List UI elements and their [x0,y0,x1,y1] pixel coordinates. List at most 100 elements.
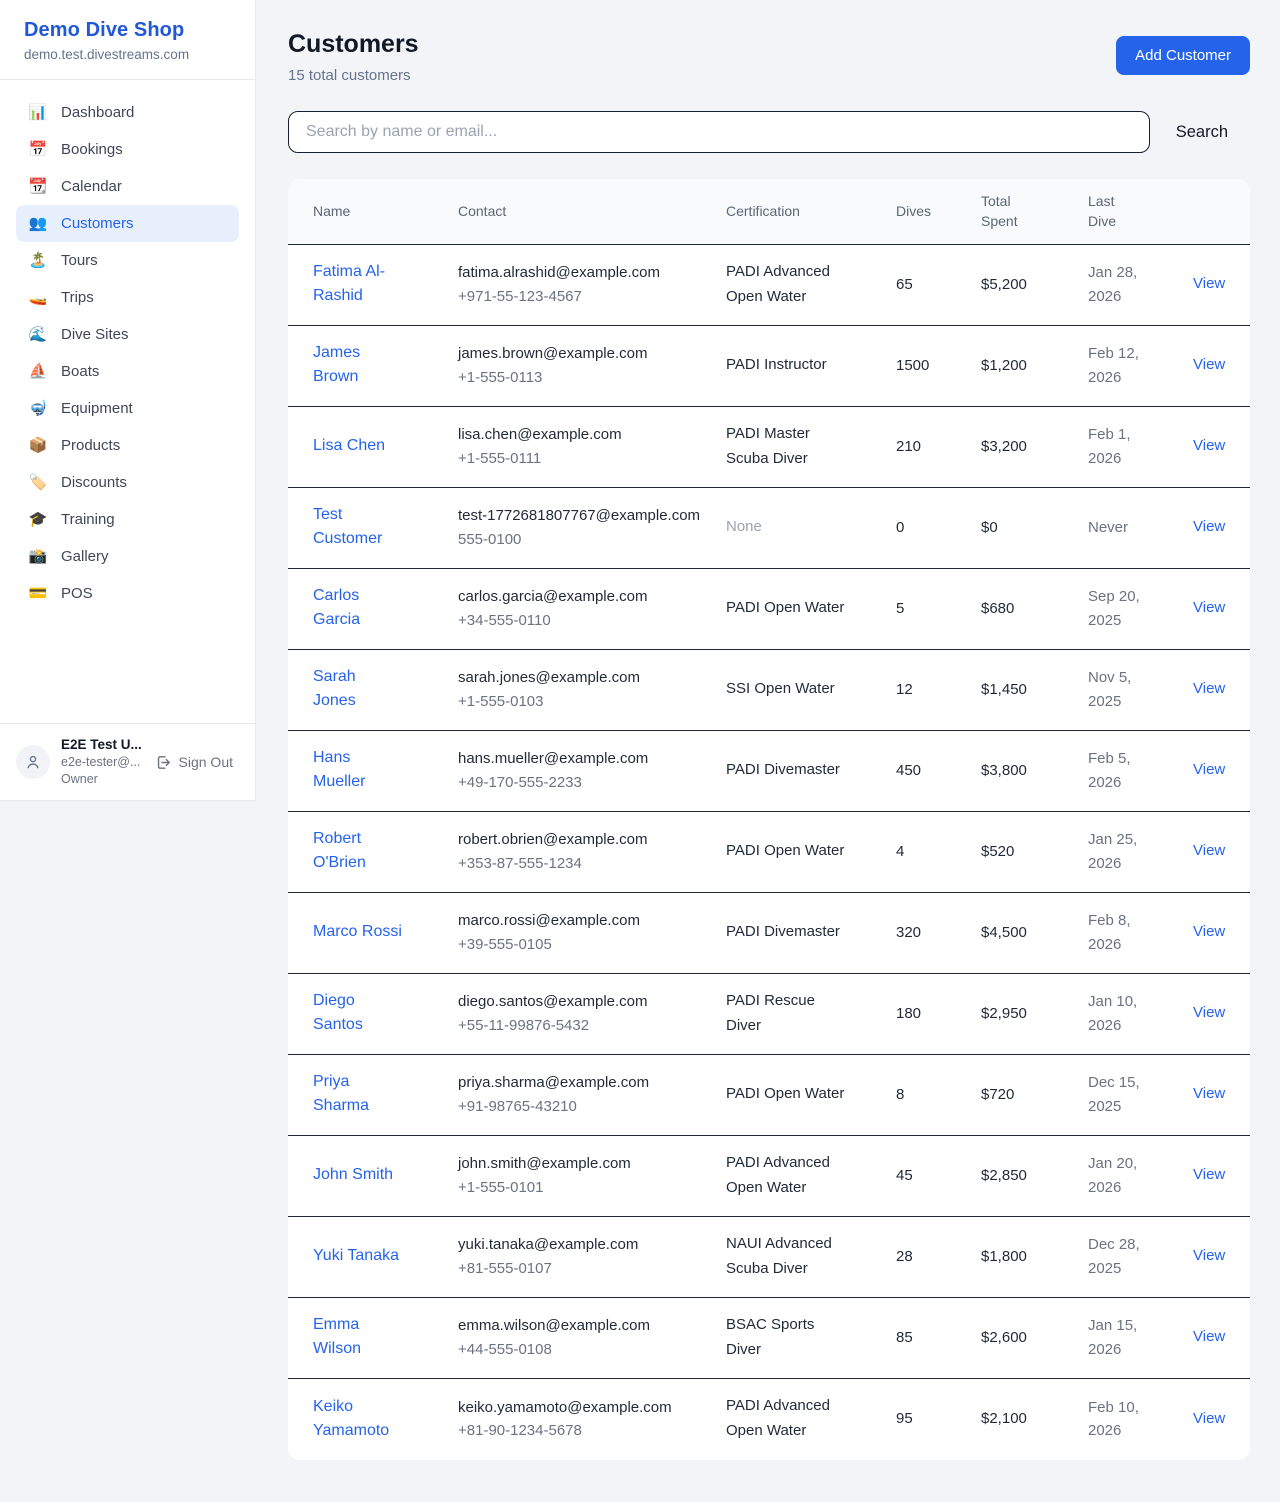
customer-certification-cell: PADI Open Water [726,1067,896,1122]
customer-email: hans.mueller@example.com [458,747,714,770]
view-link[interactable]: View [1193,599,1225,616]
sidebar-item-products[interactable]: 📦 Products [16,427,239,464]
customer-name-link[interactable]: Diego Santos [313,989,402,1037]
sidebar-item-pos[interactable]: 💳 POS [16,575,239,612]
sidebar-item-trips[interactable]: 🚤 Trips [16,279,239,316]
search-input[interactable] [288,111,1150,153]
customer-name-link[interactable]: Keiko Yamamoto [313,1395,402,1443]
customer-name-link[interactable]: Emma Wilson [313,1313,402,1361]
customer-certification: PADI Rescue Diver [726,992,815,1034]
customer-name-cell: Emma Wilson [288,1298,458,1377]
products-icon: 📦 [28,438,48,453]
customer-name-link[interactable]: Robert O'Brien [313,827,402,875]
customer-name-link[interactable]: Sarah Jones [313,665,402,713]
col-header-contact: Contact [458,189,726,233]
customer-certification: None [726,518,762,535]
customer-actions-cell: View [1193,500,1250,555]
dive-sites-icon: 🌊 [28,327,48,342]
col-header-name: Name [288,189,458,233]
customer-actions-cell: View [1193,662,1250,717]
customer-name-link[interactable]: Marco Rossi [313,920,402,944]
table-row: Keiko Yamamoto keiko.yamamoto@example.co… [288,1379,1250,1460]
view-link[interactable]: View [1193,1247,1225,1264]
view-link[interactable]: View [1193,1166,1225,1183]
customer-actions-cell: View [1193,743,1250,798]
customer-contact-cell: priya.sharma@example.com +91-98765-43210 [458,1056,726,1133]
sidebar-item-boats[interactable]: ⛵ Boats [16,353,239,390]
person-icon [24,753,42,771]
sidebar-item-dashboard[interactable]: 📊 Dashboard [16,94,239,131]
view-link[interactable]: View [1193,1085,1225,1102]
customer-contact-cell: marco.rossi@example.com +39-555-0105 [458,894,726,971]
sidebar-item-gallery[interactable]: 📸 Gallery [16,538,239,575]
customer-total-spent: $2,850 [981,1149,1088,1202]
view-link[interactable]: View [1193,923,1225,940]
sidebar-item-label: Dive Sites [61,326,129,343]
sidebar-item-equipment[interactable]: 🤿 Equipment [16,390,239,427]
sidebar-item-calendar[interactable]: 📆 Calendar [16,168,239,205]
customer-dives: 210 [896,420,981,473]
table-row: Sarah Jones sarah.jones@example.com +1-5… [288,650,1250,731]
customer-name-link[interactable]: Yuki Tanaka [313,1244,399,1268]
view-link[interactable]: View [1193,1004,1225,1021]
customer-dives: 12 [896,663,981,716]
search-button[interactable]: Search [1154,115,1250,150]
training-icon: 🎓 [28,512,48,527]
customer-name-link[interactable]: Hans Mueller [313,746,402,794]
view-link[interactable]: View [1193,275,1225,292]
customer-name-link[interactable]: John Smith [313,1163,393,1187]
sidebar-item-label: Tours [61,252,98,269]
customer-last-dive: Jan 25, 2026 [1088,813,1193,890]
customer-name-cell: Diego Santos [288,974,458,1053]
view-link[interactable]: View [1193,356,1225,373]
customer-certification: SSI Open Water [726,680,835,697]
customer-email: test-1772681807767@example.com [458,504,714,527]
customer-dives: 320 [896,906,981,959]
user-role: Owner [61,771,144,788]
customer-phone: +39-555-0105 [458,933,714,956]
table-row: Marco Rossi marco.rossi@example.com +39-… [288,893,1250,974]
customer-contact-cell: james.brown@example.com +1-555-0113 [458,327,726,404]
sidebar-item-bookings[interactable]: 📅 Bookings [16,131,239,168]
customer-name-link[interactable]: James Brown [313,341,402,389]
customer-last-dive: Nov 5, 2025 [1088,651,1193,728]
sidebar-item-label: Gallery [61,548,109,565]
customer-dives: 4 [896,825,981,878]
customer-last-dive: Dec 28, 2025 [1088,1218,1193,1295]
col-header-certification: Certification [726,189,896,233]
customer-dives: 95 [896,1392,981,1445]
sidebar-item-label: Customers [61,215,134,232]
customer-certification-cell: PADI Advanced Open Water [726,245,896,325]
view-link[interactable]: View [1193,842,1225,859]
view-link[interactable]: View [1193,1328,1225,1345]
sidebar-item-training[interactable]: 🎓 Training [16,501,239,538]
customer-total-spent: $1,200 [981,339,1088,392]
customer-actions-cell: View [1193,1148,1250,1203]
sidebar-item-dive-sites[interactable]: 🌊 Dive Sites [16,316,239,353]
customer-name-link[interactable]: Carlos Garcia [313,584,402,632]
sidebar-item-tours[interactable]: 🏝️ Tours [16,242,239,279]
add-customer-button[interactable]: Add Customer [1116,36,1250,75]
view-link[interactable]: View [1193,1410,1225,1427]
customer-total-spent: $4,500 [981,906,1088,959]
view-link[interactable]: View [1193,761,1225,778]
table-row: Priya Sharma priya.sharma@example.com +9… [288,1055,1250,1136]
sign-out-button[interactable]: Sign Out [155,754,233,771]
sidebar-item-discounts[interactable]: 🏷️ Discounts [16,464,239,501]
view-link[interactable]: View [1193,518,1225,535]
customer-name-link[interactable]: Fatima Al-Rashid [313,260,402,308]
customer-email: diego.santos@example.com [458,990,714,1013]
table-row: Lisa Chen lisa.chen@example.com +1-555-0… [288,407,1250,488]
customer-name-link[interactable]: Test Customer [313,503,402,551]
customer-phone: 555-0100 [458,528,714,551]
sidebar-item-label: Discounts [61,474,127,491]
sign-out-icon [155,754,172,771]
customer-name-link[interactable]: Priya Sharma [313,1070,402,1118]
customer-certification: NAUI Advanced Scuba Diver [726,1235,832,1277]
customer-name-link[interactable]: Lisa Chen [313,434,385,458]
customer-dives: 5 [896,582,981,635]
view-link[interactable]: View [1193,437,1225,454]
sidebar-item-customers[interactable]: 👥 Customers [16,205,239,242]
view-link[interactable]: View [1193,680,1225,697]
boats-icon: ⛵ [28,364,48,379]
